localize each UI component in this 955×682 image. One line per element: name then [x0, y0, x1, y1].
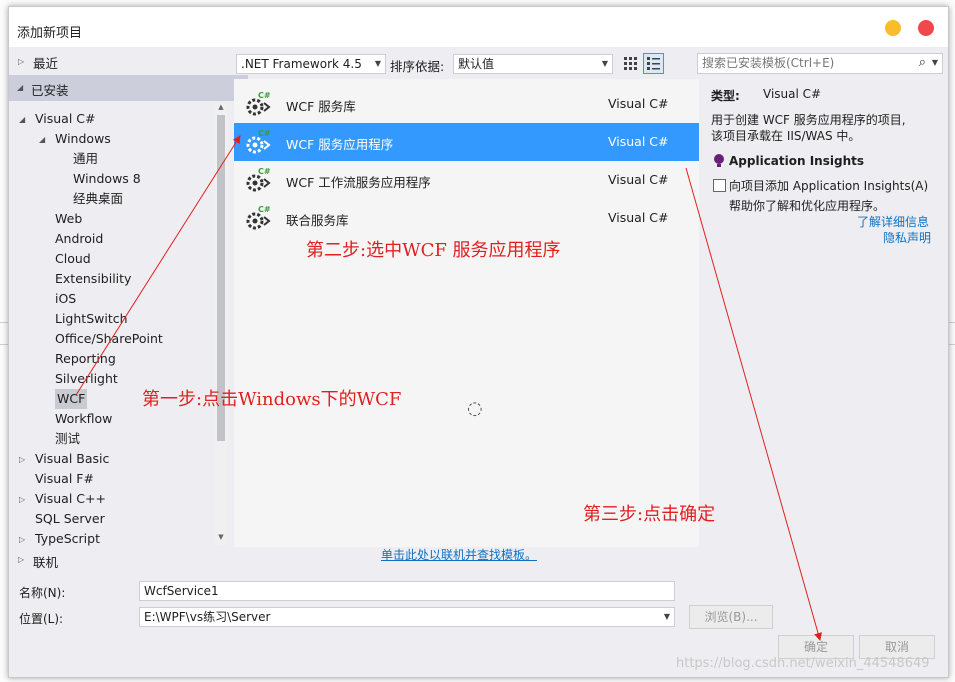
- step3-annotation: 第三步:点击确定: [583, 504, 716, 525]
- watermark: https://blog.csdn.net/weixin_44548649: [676, 656, 930, 671]
- step1-arrow: [75, 135, 241, 396]
- annotation-arrows: [75, 135, 822, 641]
- step1-annotation: 第一步:点击Windows下的WCF: [142, 389, 402, 410]
- step2-annotation: 第二步:选中WCF 服务应用程序: [306, 240, 561, 261]
- busy-cursor-icon: ◌: [467, 398, 483, 419]
- step3-arrow: [685, 167, 822, 641]
